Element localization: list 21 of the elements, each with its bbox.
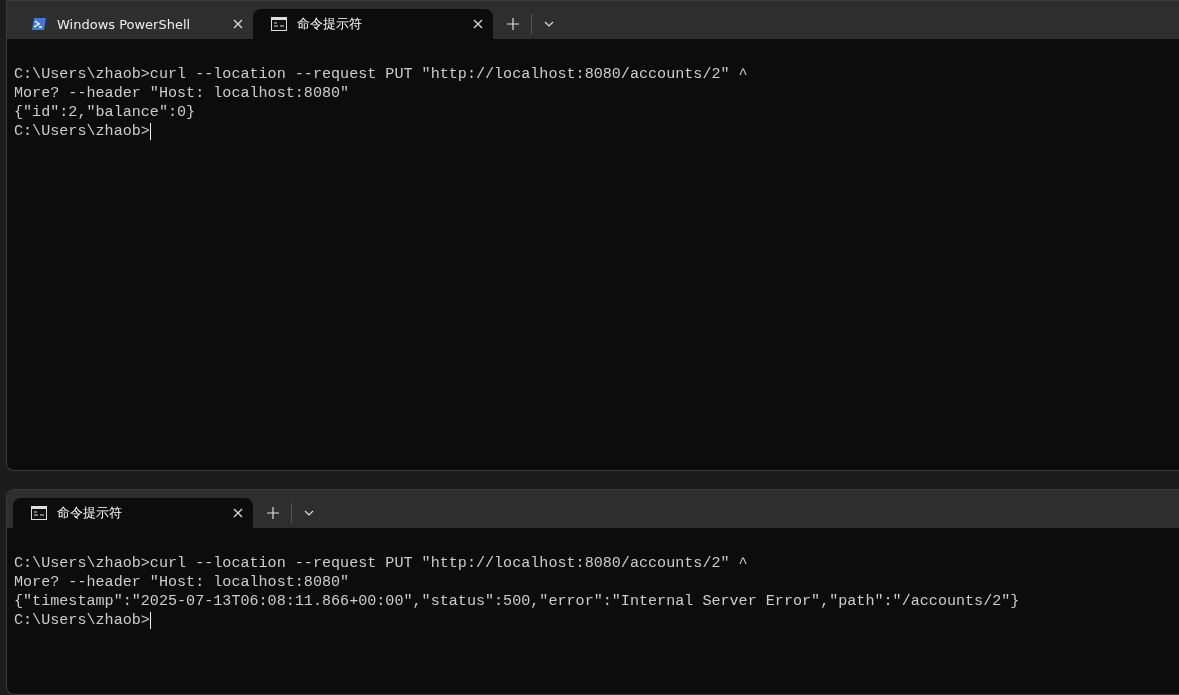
terminal-line: C:\Users\zhaob>curl --location --request PUT "http://localhost:8080/accounts/2" ^ — [14, 554, 748, 574]
tab[interactable]: 命令提示符 — [253, 9, 493, 39]
close-icon[interactable] — [473, 19, 483, 29]
terminal-line: C:\Users\zhaob> — [14, 611, 150, 631]
terminal-line: C:\Users\zhaob>curl --location --request PUT "http://localhost:8080/accounts/2" ^ — [14, 65, 748, 84]
terminal-icon — [31, 17, 47, 31]
terminal-line: C:\Users\zhaob> — [14, 122, 150, 141]
close-icon[interactable] — [233, 508, 243, 519]
tab[interactable]: Windows PowerShell — [13, 9, 253, 39]
tab[interactable]: 命令提示符 — [13, 498, 253, 529]
terminal-line: More? --header "Host: localhost:8080" — [14, 573, 350, 593]
terminal-icon — [271, 17, 287, 31]
dropdown-icon[interactable] — [304, 510, 314, 517]
terminal-line: {"timestamp":"2025-07-13T06:08:11.866+00:00","status":500,"error":"Internal Server Error","path":"/accounts/2"} — [14, 592, 1020, 612]
close-icon[interactable] — [233, 19, 243, 29]
dropdown-icon[interactable] — [544, 21, 554, 27]
new-tab-icon[interactable] — [507, 18, 519, 30]
terminal-line: More? --header "Host: localhost:8080" — [14, 84, 350, 103]
new-tab-icon[interactable] — [267, 507, 279, 520]
terminal-line: {"id":2,"balance":0} — [14, 103, 196, 122]
terminal-icon — [31, 506, 47, 521]
